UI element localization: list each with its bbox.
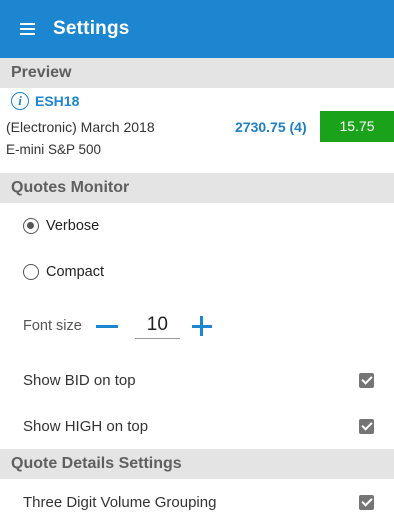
verbose-label: Verbose xyxy=(46,218,100,234)
font-size-label: Font size xyxy=(23,318,82,334)
info-icon[interactable]: i xyxy=(11,92,29,110)
preview-section-header: Preview xyxy=(0,58,394,88)
preview-panel: i ESH18 (Electronic) March 2018 E-mini S… xyxy=(0,88,394,173)
page-title: Settings xyxy=(53,18,130,39)
font-size-value[interactable]: 10 xyxy=(134,314,180,339)
quote-details-section-header: Quote Details Settings xyxy=(0,449,394,479)
symbol-row: i ESH18 xyxy=(11,92,79,110)
show-high-on-top-checkbox[interactable] xyxy=(359,418,374,434)
show-bid-on-top-checkbox[interactable] xyxy=(359,372,374,388)
compact-option[interactable]: Compact xyxy=(0,249,394,295)
compact-radio[interactable] xyxy=(23,264,39,280)
symbol-label: ESH18 xyxy=(35,93,80,109)
show-bid-on-top-label: Show BID on top xyxy=(23,371,136,389)
show-high-on-top-label: Show HIGH on top xyxy=(23,417,149,435)
font-size-row: Font size 10 xyxy=(0,295,394,357)
instrument-name: E-mini S&P 500 xyxy=(6,142,102,157)
show-high-on-top-row[interactable]: Show HIGH on top xyxy=(0,403,394,449)
show-bid-on-top-row[interactable]: Show BID on top xyxy=(0,357,394,403)
verbose-option[interactable]: Verbose xyxy=(0,203,394,249)
compact-label: Compact xyxy=(46,264,105,280)
instrument-description: (Electronic) March 2018 xyxy=(6,119,155,135)
three-digit-volume-grouping-label: Three Digit Volume Grouping xyxy=(23,493,217,511)
increase-font-button[interactable] xyxy=(191,316,212,336)
quotes-monitor-section-header: Quotes Monitor xyxy=(0,173,394,203)
three-digit-volume-grouping-row[interactable]: Three Digit Volume Grouping xyxy=(0,479,394,525)
three-digit-volume-grouping-checkbox[interactable] xyxy=(359,494,374,510)
price-value: 2730.75 (4) xyxy=(235,119,307,135)
decrease-font-button[interactable] xyxy=(95,324,118,328)
change-badge: 15.75 xyxy=(320,111,394,142)
verbose-radio[interactable] xyxy=(23,218,39,234)
hamburger-icon[interactable] xyxy=(20,23,35,35)
app-bar: Settings xyxy=(0,0,394,58)
